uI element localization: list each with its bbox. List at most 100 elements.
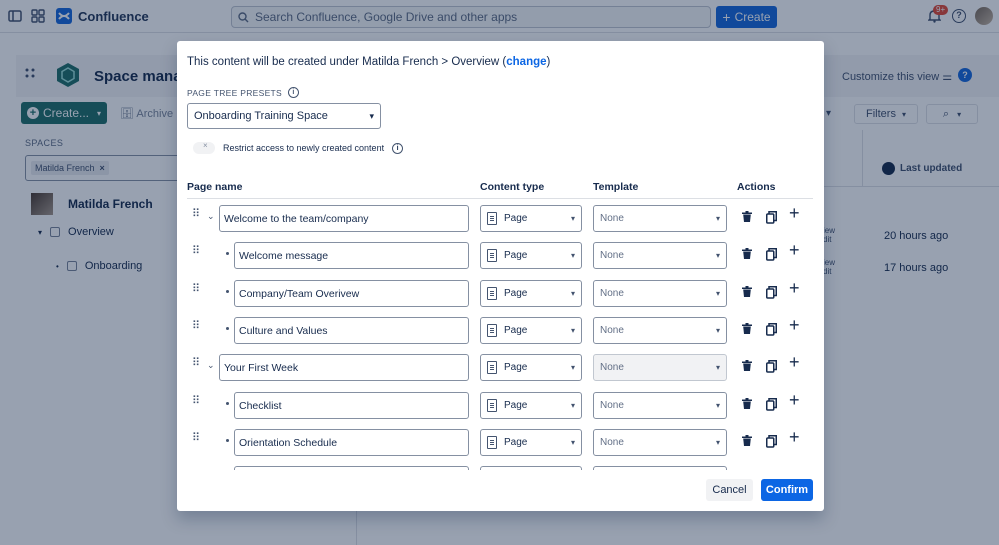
column-header-actions: Actions (737, 181, 776, 193)
plus-icon: + (789, 315, 800, 335)
content-type-value: Page (504, 213, 528, 224)
content-type-select[interactable]: Page ▾ (480, 354, 582, 381)
delete-button[interactable] (742, 435, 752, 446)
bullet-icon (226, 439, 229, 442)
content-type-select[interactable]: Page ▾ (480, 429, 582, 456)
drag-handle-icon[interactable]: ⠿ (192, 358, 200, 369)
add-child-button[interactable]: + (789, 428, 800, 446)
add-child-button[interactable]: + (789, 353, 800, 371)
page-name-value: Culture and Values (239, 324, 328, 337)
trash-icon (742, 248, 752, 259)
location-text: This content will be created under Matil… (187, 56, 507, 68)
delete-button[interactable] (742, 398, 752, 409)
drag-handle-icon[interactable]: ⠿ (192, 209, 200, 220)
plus-icon: + (789, 352, 800, 372)
drag-handle-icon[interactable]: ⠿ (192, 321, 200, 332)
chevron-down-icon: ▾ (715, 326, 720, 335)
duplicate-button[interactable] (766, 248, 777, 261)
duplicate-button[interactable] (766, 211, 777, 224)
close-icon: × (203, 141, 208, 150)
chevron-down-icon[interactable]: ⌄ (207, 360, 215, 371)
template-value: None (600, 362, 624, 373)
page-name-input[interactable]: Welcome message (234, 242, 469, 269)
content-type-value: Page (504, 400, 528, 411)
page-name-value: Checklist (239, 399, 282, 412)
page-row: ⠿ Welcome message Page ▾ None ▾ + (177, 241, 824, 269)
drag-handle-icon[interactable]: ⠿ (192, 433, 200, 444)
confirm-button[interactable]: Confirm (761, 479, 813, 501)
trash-icon (742, 435, 752, 446)
info-icon[interactable]: i (392, 142, 404, 154)
page-name-input[interactable]: Company/Team Overivew (234, 280, 469, 307)
delete-button[interactable] (742, 211, 752, 222)
duplicate-button[interactable] (766, 286, 777, 299)
template-select[interactable]: None ▾ (593, 429, 727, 456)
trash-icon (742, 360, 752, 371)
page-icon (487, 212, 497, 225)
duplicate-button[interactable] (766, 398, 777, 411)
add-child-button[interactable]: + (789, 316, 800, 334)
page-name-value: Orientation Schedule (239, 436, 338, 449)
page-name-input[interactable]: Culture and Values (234, 317, 469, 344)
header-divider (187, 198, 813, 199)
column-header-page-name: Page name (187, 181, 243, 193)
copy-icon (766, 435, 777, 448)
content-type-select[interactable]: Page ▾ (480, 205, 582, 232)
chevron-down-icon: ▾ (570, 214, 575, 223)
column-header-content-type: Content type (480, 181, 545, 193)
template-select[interactable]: None ▾ (593, 242, 727, 269)
info-icon[interactable]: i (288, 87, 300, 98)
preset-select[interactable]: Onboarding Training Space ▾ (187, 103, 381, 129)
template-select[interactable]: None ▾ (593, 392, 727, 419)
template-value: None (600, 325, 624, 336)
page-name-input[interactable]: Checklist (234, 392, 469, 419)
add-child-button[interactable]: + (789, 391, 800, 409)
page-icon (487, 324, 497, 337)
add-child-button[interactable]: + (789, 279, 800, 297)
template-select[interactable]: None ▾ (593, 317, 727, 344)
content-type-select[interactable]: Page ▾ (480, 242, 582, 269)
page-icon (487, 436, 497, 449)
restrict-access-toggle[interactable]: × (193, 141, 215, 154)
bullet-icon (226, 327, 229, 330)
trash-icon (742, 286, 752, 297)
duplicate-button[interactable] (766, 435, 777, 448)
partial-row (177, 466, 824, 470)
content-type-select[interactable]: Page ▾ (480, 280, 582, 307)
plus-icon: + (789, 390, 800, 410)
page-name-input[interactable]: Welcome to the team/company (219, 205, 469, 232)
content-type-select[interactable]: Page ▾ (480, 317, 582, 344)
cancel-button[interactable]: Cancel (706, 479, 753, 501)
drag-handle-icon[interactable]: ⠿ (192, 396, 200, 407)
plus-icon: + (789, 427, 800, 447)
change-link[interactable]: change (506, 56, 546, 68)
drag-handle-icon[interactable]: ⠿ (192, 246, 200, 257)
plus-icon: + (789, 278, 800, 298)
template-select[interactable]: None ▾ (593, 205, 727, 232)
page-row: ⠿ Culture and Values Page ▾ None ▾ + (177, 316, 824, 344)
page-row: ⠿ Company/Team Overivew Page ▾ None ▾ + (177, 279, 824, 307)
page-icon (487, 399, 497, 412)
chevron-down-icon: ▾ (570, 438, 575, 447)
add-child-button[interactable]: + (789, 241, 800, 259)
content-type-value: Page (504, 250, 528, 261)
duplicate-button[interactable] (766, 360, 777, 373)
page-icon (487, 249, 497, 262)
restrict-access-row: × Restrict access to newly created conte… (193, 141, 404, 154)
duplicate-button[interactable] (766, 323, 777, 336)
page-name-input[interactable]: Your First Week (219, 354, 469, 381)
page-name-input[interactable]: Orientation Schedule (234, 429, 469, 456)
chevron-down-icon[interactable]: ⌄ (207, 211, 215, 222)
content-type-select[interactable]: Page ▾ (480, 392, 582, 419)
delete-button[interactable] (742, 360, 752, 371)
delete-button[interactable] (742, 286, 752, 297)
template-select[interactable]: None ▾ (593, 280, 727, 307)
template-select[interactable]: None ▾ (593, 354, 727, 381)
chevron-down-icon: ▾ (715, 438, 720, 447)
drag-handle-icon[interactable]: ⠿ (192, 284, 200, 295)
delete-button[interactable] (742, 323, 752, 334)
copy-icon (766, 211, 777, 224)
delete-button[interactable] (742, 248, 752, 259)
add-child-button[interactable]: + (789, 204, 800, 222)
chevron-down-icon: ▾ (570, 401, 575, 410)
